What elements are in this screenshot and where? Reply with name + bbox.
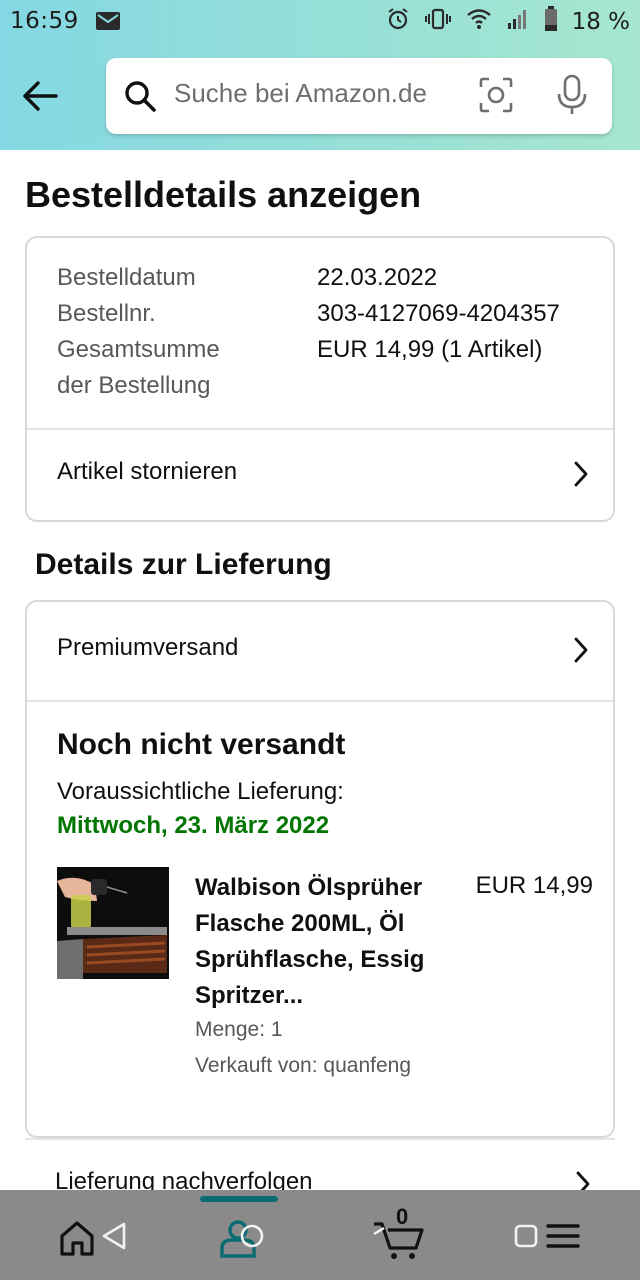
product-image[interactable] xyxy=(57,867,169,979)
delivery-card: Premiumversand Noch nicht versandt Vorau… xyxy=(25,600,615,1138)
microphone-icon[interactable] xyxy=(556,74,588,121)
product-title[interactable]: Walbison Ölsprüher Flasche 200ML, Öl Spr… xyxy=(195,870,455,1014)
home-icon xyxy=(60,1221,126,1256)
search-icon xyxy=(122,78,158,119)
expected-delivery-date: Mittwoch, 23. März 2022 xyxy=(57,812,330,839)
cancel-items-label: Artikel stornieren xyxy=(57,458,238,485)
camera-search-icon[interactable] xyxy=(478,76,514,119)
status-time: 16:59 xyxy=(10,8,79,34)
cancel-items-link[interactable]: Artikel stornieren xyxy=(27,430,613,520)
cart-count-badge: 0 xyxy=(396,1204,409,1229)
mail-icon xyxy=(96,12,120,34)
bottom-navigation: 0 xyxy=(0,1190,640,1280)
divider xyxy=(27,700,613,702)
product-quantity: Menge: 1 xyxy=(195,1018,283,1041)
wifi-icon xyxy=(466,7,492,37)
account-icon xyxy=(220,1220,264,1258)
nav-home[interactable] xyxy=(58,1208,128,1264)
active-tab-indicator xyxy=(200,1196,278,1202)
battery-percent: 18 % xyxy=(571,9,630,35)
order-total-label-line2: der Bestellung xyxy=(57,372,211,399)
signal-icon xyxy=(506,7,530,37)
order-date-label: Bestelldatum xyxy=(57,264,196,291)
product-seller: Verkauft von: quanfeng xyxy=(195,1054,411,1077)
back-button[interactable] xyxy=(20,76,60,116)
order-total-label-row2: der Bestellung xyxy=(57,372,210,400)
search-bar[interactable]: Suche bei Amazon.de xyxy=(106,58,612,134)
menu-icon xyxy=(514,1224,580,1248)
order-number-value: 303-4127069-4204357 xyxy=(317,300,560,327)
delivery-section-title: Details zur Lieferung xyxy=(35,548,332,581)
chevron-right-icon xyxy=(573,636,589,669)
nav-account[interactable] xyxy=(218,1208,278,1264)
shipment-status: Noch nicht versandt xyxy=(57,728,346,761)
app-header: 16:59 18 % Suche bei Amazon.de xyxy=(0,0,640,150)
nav-menu[interactable] xyxy=(512,1208,582,1264)
order-date-row: Bestelldatum 22.03.2022 xyxy=(57,264,437,292)
order-number-row: Bestellnr. 303-4127069-4204357 xyxy=(57,300,560,328)
track-delivery-link[interactable]: Lieferung nachverfolgen xyxy=(25,1138,615,1198)
status-bar: 16:59 18 % xyxy=(0,0,640,44)
shipping-method-link[interactable]: Premiumversand xyxy=(27,606,613,696)
order-total-row: Gesamtsumme EUR 14,99 (1 Artikel) xyxy=(57,336,542,364)
back-arrow-icon xyxy=(23,81,58,111)
order-number-label: Bestellnr. xyxy=(57,300,156,327)
nav-cart[interactable]: 0 xyxy=(370,1204,430,1264)
shipping-method-label: Premiumversand xyxy=(57,634,239,661)
product-price: EUR 14,99 xyxy=(475,872,593,899)
order-summary-card: Bestelldatum 22.03.2022 Bestellnr. 303-4… xyxy=(25,236,615,522)
vibrate-icon xyxy=(424,7,452,37)
order-date-value: 22.03.2022 xyxy=(317,264,438,291)
battery-icon xyxy=(544,6,558,38)
page-title: Bestelldetails anzeigen xyxy=(25,174,422,215)
order-total-value: EUR 14,99 (1 Artikel) xyxy=(317,336,543,363)
expected-delivery-label: Voraussichtliche Lieferung: xyxy=(57,778,344,805)
order-total-label-line1: Gesamtsumme xyxy=(57,336,220,363)
alarm-icon xyxy=(386,7,410,37)
search-placeholder: Suche bei Amazon.de xyxy=(174,78,427,108)
chevron-right-icon xyxy=(573,460,589,493)
status-icons: 18 % xyxy=(386,6,630,38)
